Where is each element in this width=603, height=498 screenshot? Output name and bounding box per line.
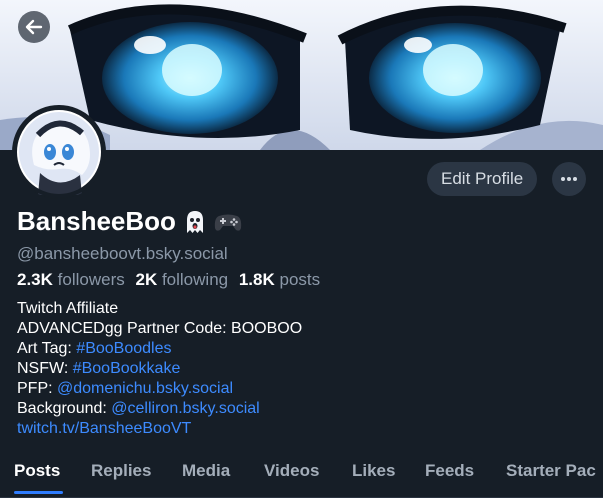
edit-profile-button[interactable]: Edit Profile [427, 162, 538, 196]
posts-stat: 1.8K posts [239, 270, 320, 289]
gamepad-emoji [214, 214, 242, 231]
art-tag-label: Art Tag: [17, 340, 77, 357]
background-mention-link[interactable]: @celliron.bsky.social [111, 400, 259, 417]
bio-line: Background: @celliron.bsky.social [17, 399, 302, 419]
following-label: following [161, 270, 229, 289]
followers-label: followers [57, 270, 125, 289]
more-options-button[interactable] [552, 162, 586, 196]
tab-posts[interactable]: Posts [14, 461, 60, 481]
tab-media[interactable]: Media [182, 461, 230, 481]
tab-replies[interactable]: Replies [91, 461, 151, 481]
nsfw-label: NSFW: [17, 360, 73, 377]
display-name-text: BansheeBoo [17, 206, 176, 236]
art-tag-hashtag-link[interactable]: #BooBoodles [76, 340, 171, 357]
display-name: BansheeBoo [17, 206, 242, 237]
tab-feeds[interactable]: Feeds [425, 461, 474, 481]
arrow-left-icon [25, 19, 43, 35]
pfp-mention-link[interactable]: @domenichu.bsky.social [57, 380, 233, 397]
profile-stats: 2.3K followers 2K following 1.8K posts [17, 270, 326, 290]
following-stat[interactable]: 2K following [135, 270, 228, 289]
tab-videos[interactable]: Videos [264, 461, 319, 481]
ghost-emoji [186, 210, 203, 233]
bio-line: NSFW: #BooBookkake [17, 359, 302, 379]
followers-count: 2.3K [17, 270, 53, 289]
avatar[interactable] [12, 105, 106, 199]
bio-line: Twitch Affiliate [17, 300, 119, 317]
bio-line: twitch.tv/BansheeBooVT [17, 419, 302, 439]
background-label: Background: [17, 400, 112, 417]
bio-line: ADVANCEDgg Partner Code: BOOBOO [17, 320, 303, 337]
nsfw-hashtag-link[interactable]: #BooBookkake [73, 360, 181, 377]
posts-count: 1.8K [238, 270, 275, 289]
tab-starter-packs[interactable]: Starter Pac [506, 461, 596, 481]
tab-likes[interactable]: Likes [352, 461, 395, 481]
handle: @bansheeboovt.bsky.social [17, 244, 228, 263]
pfp-label: PFP: [17, 380, 58, 397]
posts-label: posts [279, 270, 321, 289]
bio-line: PFP: @domenichu.bsky.social [17, 379, 302, 399]
back-button[interactable] [18, 11, 50, 43]
profile-bio: Twitch Affiliate ADVANCEDgg Partner Code… [17, 299, 302, 439]
followers-stat[interactable]: 2.3K followers [17, 270, 125, 289]
avatar-image [13, 106, 105, 198]
active-tab-indicator [14, 491, 63, 494]
ellipsis-icon [561, 177, 577, 181]
twitch-link[interactable]: twitch.tv/BansheeBooVT [17, 420, 191, 437]
profile-tabs: Posts Replies Media Videos Likes Feeds S… [0, 450, 603, 498]
bio-line: Art Tag: #BooBoodles [17, 339, 302, 359]
following-count: 2K [135, 270, 158, 289]
